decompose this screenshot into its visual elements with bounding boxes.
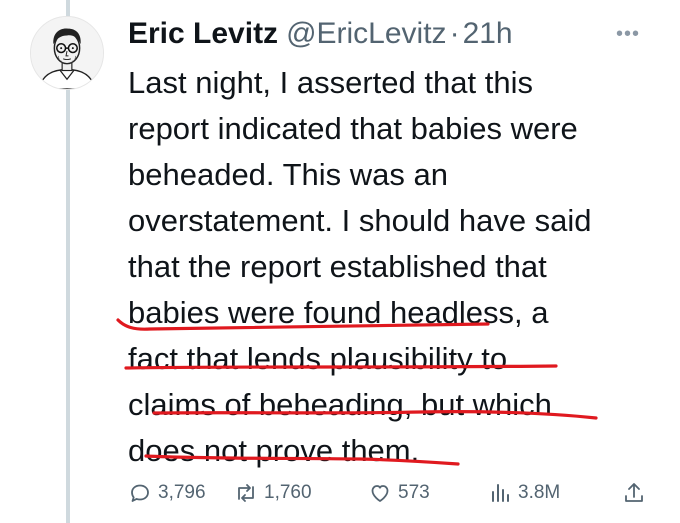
avatar-illustration: [31, 17, 103, 89]
author-handle[interactable]: @EricLevitz: [286, 12, 447, 56]
tweet-line: babies were found headless, a: [128, 295, 549, 330]
like-button[interactable]: 573: [368, 476, 430, 510]
reply-button[interactable]: 3,796: [128, 476, 206, 510]
tweet-text: Last night, I asserted that this report …: [128, 60, 668, 474]
tweet-line: fact that lends plausibility to: [128, 341, 508, 376]
tweet-line: Last night, I asserted that this: [128, 65, 533, 100]
reply-count: 3,796: [158, 482, 206, 503]
reply-icon: [131, 484, 149, 502]
tweet-line: claims of beheading, but which: [128, 387, 552, 422]
tweet-line: report indicated that babies were: [128, 111, 578, 146]
avatar[interactable]: [30, 16, 104, 90]
tweet-line: does not prove them.: [128, 433, 420, 468]
views-icon: [492, 484, 509, 502]
tweet-line: overstatement. I should have said: [128, 203, 592, 238]
tweet-actions: 3,796 1,760 573 3.8M: [128, 476, 648, 510]
retweet-button[interactable]: 1,760: [234, 476, 312, 510]
more-icon[interactable]: •••: [616, 24, 640, 44]
share-button[interactable]: [622, 476, 652, 510]
share-icon: [625, 483, 643, 502]
like-count: 573: [398, 482, 430, 503]
tweet-header: Eric Levitz @EricLevitz · 21h: [128, 12, 513, 56]
heart-icon: [371, 485, 389, 502]
views-button[interactable]: 3.8M: [488, 476, 560, 510]
timestamp[interactable]: 21h: [463, 12, 513, 56]
separator-dot: ·: [449, 17, 460, 50]
retweet-icon: [238, 484, 254, 502]
tweet-line: that the report established that: [128, 249, 547, 284]
views-count: 3.8M: [518, 482, 561, 503]
author-name[interactable]: Eric Levitz: [128, 12, 278, 56]
tweet-line: beheaded. This was an: [128, 157, 448, 192]
retweet-count: 1,760: [264, 482, 312, 503]
